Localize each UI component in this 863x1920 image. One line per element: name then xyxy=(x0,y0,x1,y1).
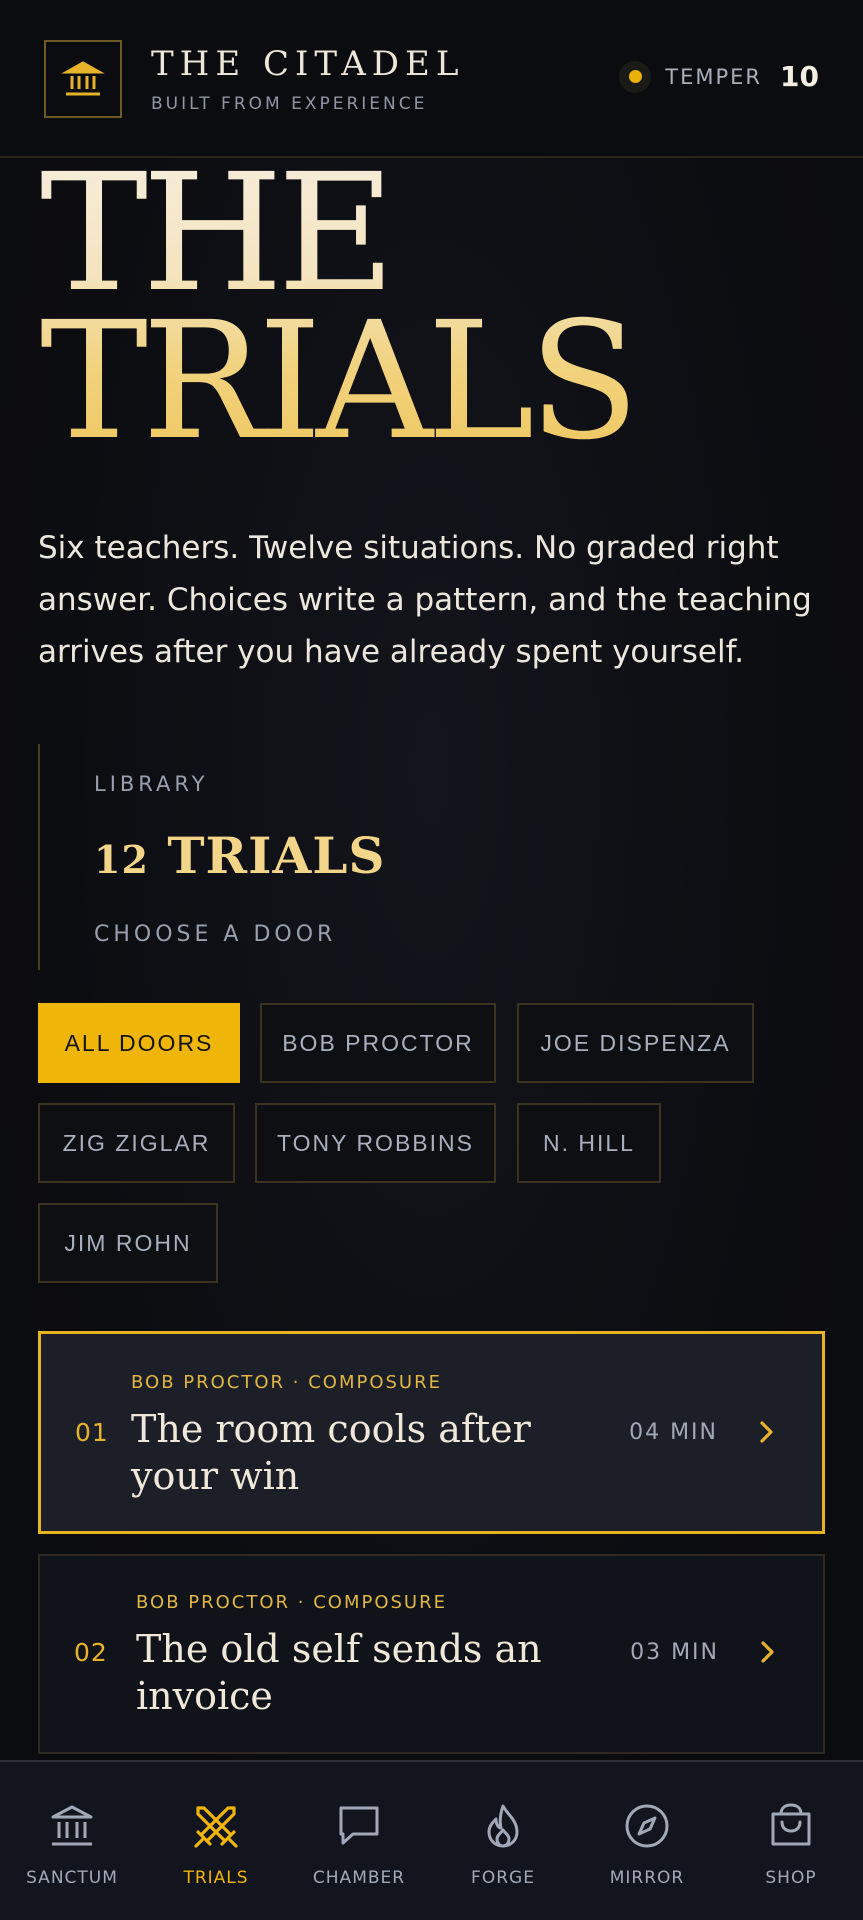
filter-zig-ziglar[interactable]: ZIG ZIGLAR xyxy=(38,1103,235,1183)
page-title-line-2: TRIALS xyxy=(40,288,634,476)
page-title-line-1: THE xyxy=(40,140,390,328)
temper-label: TEMPER xyxy=(665,64,763,89)
temper-value: 10 xyxy=(780,60,819,93)
filter-bob-proctor[interactable]: BOB PROCTOR xyxy=(260,1003,496,1083)
intro-text: Six teachers. Twelve situations. No grad… xyxy=(38,530,812,670)
nav-label-trials: TRIALS xyxy=(183,1868,249,1888)
temper-indicator[interactable]: TEMPER 10 xyxy=(619,60,819,93)
nav-mirror[interactable]: MIRROR xyxy=(575,1762,719,1920)
nav-label-mirror: MIRROR xyxy=(609,1868,685,1888)
crossed-swords-icon xyxy=(194,1806,238,1848)
filter-jim-rohn[interactable]: JIM ROHN xyxy=(38,1203,218,1283)
temple-icon xyxy=(61,61,105,96)
trial-duration: 03 MIN xyxy=(630,1640,719,1665)
compass-icon xyxy=(625,1804,669,1848)
nav-shop[interactable]: SHOP xyxy=(719,1762,863,1920)
filter-n-hill[interactable]: N. HILL xyxy=(517,1103,661,1183)
trial-title: The room cools after your win xyxy=(131,1407,531,1498)
nav-label-forge: FORGE xyxy=(471,1868,535,1888)
trial-duration: 04 MIN xyxy=(629,1420,718,1445)
library-summary: LIBRARY 12 TRIALS CHOOSE A DOOR xyxy=(38,744,638,970)
trial-title: The old self sends an invoice xyxy=(136,1627,542,1718)
brand-subtitle: BUILT FROM EXPERIENCE xyxy=(151,94,428,114)
trial-meta: BOB PROCTOR · COMPOSURE xyxy=(136,1592,447,1613)
trial-meta: BOB PROCTOR · COMPOSURE xyxy=(131,1372,442,1393)
trial-number: 02 xyxy=(74,1638,108,1667)
trial-card[interactable]: BOB PROCTOR · COMPOSURE 02 The old self … xyxy=(38,1554,825,1754)
nav-chamber[interactable]: CHAMBER xyxy=(287,1762,431,1920)
chevron-right-icon[interactable] xyxy=(752,1418,780,1446)
nav-label-sanctum: SANCTUM xyxy=(26,1868,118,1888)
trial-number: 01 xyxy=(75,1418,109,1447)
app-header: THE CITADEL BUILT FROM EXPERIENCE TEMPER… xyxy=(0,0,863,158)
trials-page: THE CITADEL BUILT FROM EXPERIENCE TEMPER… xyxy=(0,0,863,1920)
library-label: LIBRARY xyxy=(94,772,209,796)
chevron-right-icon[interactable] xyxy=(753,1638,781,1666)
trial-count-number: 12 xyxy=(94,837,149,882)
citadel-logo[interactable] xyxy=(44,40,122,118)
temple-icon xyxy=(51,1805,93,1846)
nav-forge[interactable]: FORGE xyxy=(431,1762,575,1920)
filter-all-doors[interactable]: ALL DOORS xyxy=(38,1003,240,1083)
filter-joe-dispenza[interactable]: JOE DISPENZA xyxy=(517,1003,754,1083)
trial-count: 12 TRIALS xyxy=(94,826,386,885)
nav-sanctum[interactable]: SANCTUM xyxy=(0,1762,144,1920)
trial-count-word: TRIALS xyxy=(167,826,386,885)
choose-door-label: CHOOSE A DOOR xyxy=(94,922,337,947)
nav-trials[interactable]: TRIALS xyxy=(144,1762,288,1920)
nav-label-shop: SHOP xyxy=(765,1868,817,1888)
chat-bubble-icon xyxy=(339,1806,379,1845)
temper-dot-icon xyxy=(619,60,652,93)
page-title: THE TRIALS xyxy=(40,160,634,456)
brand-title: THE CITADEL xyxy=(151,44,465,84)
filter-tony-robbins[interactable]: TONY ROBBINS xyxy=(255,1103,496,1183)
shopping-bag-icon xyxy=(771,1803,811,1846)
flame-icon xyxy=(487,1804,519,1848)
bottom-nav: SANCTUM TRIALS CHAMBER FORGE MIRROR SHOP xyxy=(0,1760,863,1920)
trial-card[interactable]: BOB PROCTOR · COMPOSURE 01 The room cool… xyxy=(38,1331,825,1534)
nav-label-chamber: CHAMBER xyxy=(312,1868,406,1888)
